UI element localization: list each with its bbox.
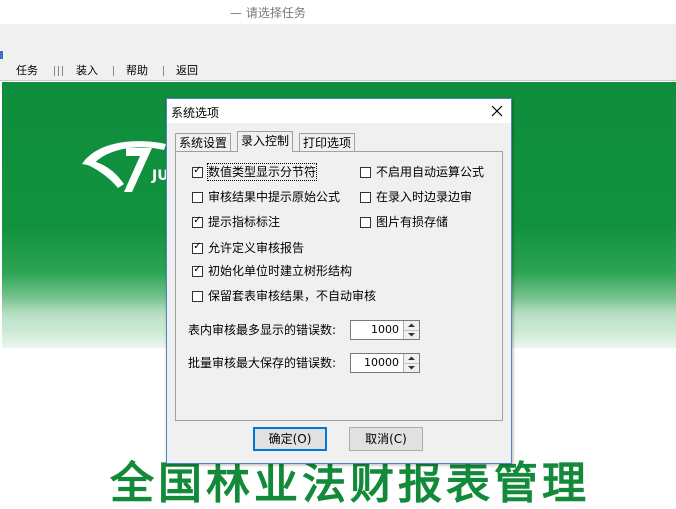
- ok-button[interactable]: 确定(O): [253, 427, 327, 451]
- max-display-errors-spinner[interactable]: 1000: [350, 320, 420, 340]
- max-display-errors-label: 表内审核最多显示的错误数:: [188, 323, 337, 337]
- checkbox-label: 提示指标标注: [208, 215, 281, 229]
- toolbar-area: [0, 24, 676, 64]
- spin-down-icon[interactable]: [404, 330, 419, 339]
- spinner-value[interactable]: 10000: [364, 356, 399, 369]
- menu-task[interactable]: 任务: [16, 64, 38, 78]
- spinner-arrows: [403, 354, 419, 372]
- window-titlebar: — 请选择任务: [0, 0, 676, 24]
- close-icon[interactable]: [489, 103, 505, 119]
- window-title: — 请选择任务: [230, 6, 306, 20]
- checkbox-label: 审核结果中提示原始公式: [208, 190, 341, 204]
- checkbox-label: 初始化单位时建立树形结构: [208, 264, 353, 278]
- checkbox-box[interactable]: ✓: [192, 215, 203, 228]
- menu-load[interactable]: 装入: [76, 64, 98, 78]
- edge-marker-icon: [0, 51, 3, 59]
- menu-separator: [113, 66, 114, 76]
- menu-help[interactable]: 帮助: [126, 64, 148, 78]
- dialog-titlebar: 系统选项: [167, 99, 511, 123]
- checkbox-label: 允许定义审核报告: [208, 241, 305, 255]
- checkbox-label: 图片有损存储: [376, 215, 449, 229]
- dialog-title: 系统选项: [171, 106, 220, 120]
- menu-separator: [58, 66, 59, 76]
- logo-icon: JU: [82, 141, 168, 192]
- menu-separator: [54, 66, 55, 76]
- checkmark-icon: ✓: [193, 165, 202, 176]
- spin-down-icon[interactable]: [404, 363, 419, 372]
- checkbox-box[interactable]: [360, 217, 371, 228]
- spinner-arrows: [403, 321, 419, 339]
- checkbox-label: 保留套表审核结果，不自动审核: [208, 289, 377, 303]
- max-saved-errors-spinner[interactable]: 10000: [350, 353, 420, 373]
- checkbox-label: 数值类型显示分节符: [206, 163, 318, 181]
- checkbox-box[interactable]: [360, 192, 371, 203]
- tab-input-control[interactable]: 录入控制: [237, 131, 294, 152]
- system-options-dialog: 系统选项 系统设置 录入控制 打印选项 ✓ 数值类型显示分节符 审核结果中提示原…: [166, 98, 512, 464]
- tab-panel: ✓ 数值类型显示分节符 审核结果中提示原始公式 ✓ 提示指标标注 不启用自动运算…: [175, 151, 503, 421]
- banner-title: 全国林业法财报表管理: [110, 458, 590, 509]
- spinner-value[interactable]: 1000: [371, 323, 399, 336]
- menu-back[interactable]: 返回: [176, 64, 198, 78]
- checkbox-box[interactable]: [360, 167, 371, 178]
- checkbox-box[interactable]: [192, 291, 203, 302]
- checkbox-box[interactable]: ✓: [192, 241, 203, 254]
- cancel-button[interactable]: 取消(C): [349, 427, 423, 451]
- checkmark-icon: ✓: [193, 264, 202, 275]
- checkbox-box[interactable]: ✓: [192, 165, 203, 178]
- menu-separator: [62, 66, 63, 76]
- checkmark-icon: ✓: [193, 241, 202, 252]
- checkbox-label: 在录入时边录边审: [376, 190, 473, 204]
- checkbox-label: 不启用自动运算公式: [376, 165, 485, 179]
- checkmark-icon: ✓: [193, 215, 202, 226]
- max-saved-errors-label: 批量审核最大保存的错误数:: [188, 356, 337, 370]
- tab-system-settings[interactable]: 系统设置: [175, 133, 232, 152]
- checkbox-box[interactable]: ✓: [192, 264, 203, 277]
- tab-print-options[interactable]: 打印选项: [299, 133, 356, 152]
- checkbox-box[interactable]: [192, 192, 203, 203]
- menubar: 任务 装入 帮助 返回: [0, 64, 676, 81]
- menu-separator: [163, 66, 164, 76]
